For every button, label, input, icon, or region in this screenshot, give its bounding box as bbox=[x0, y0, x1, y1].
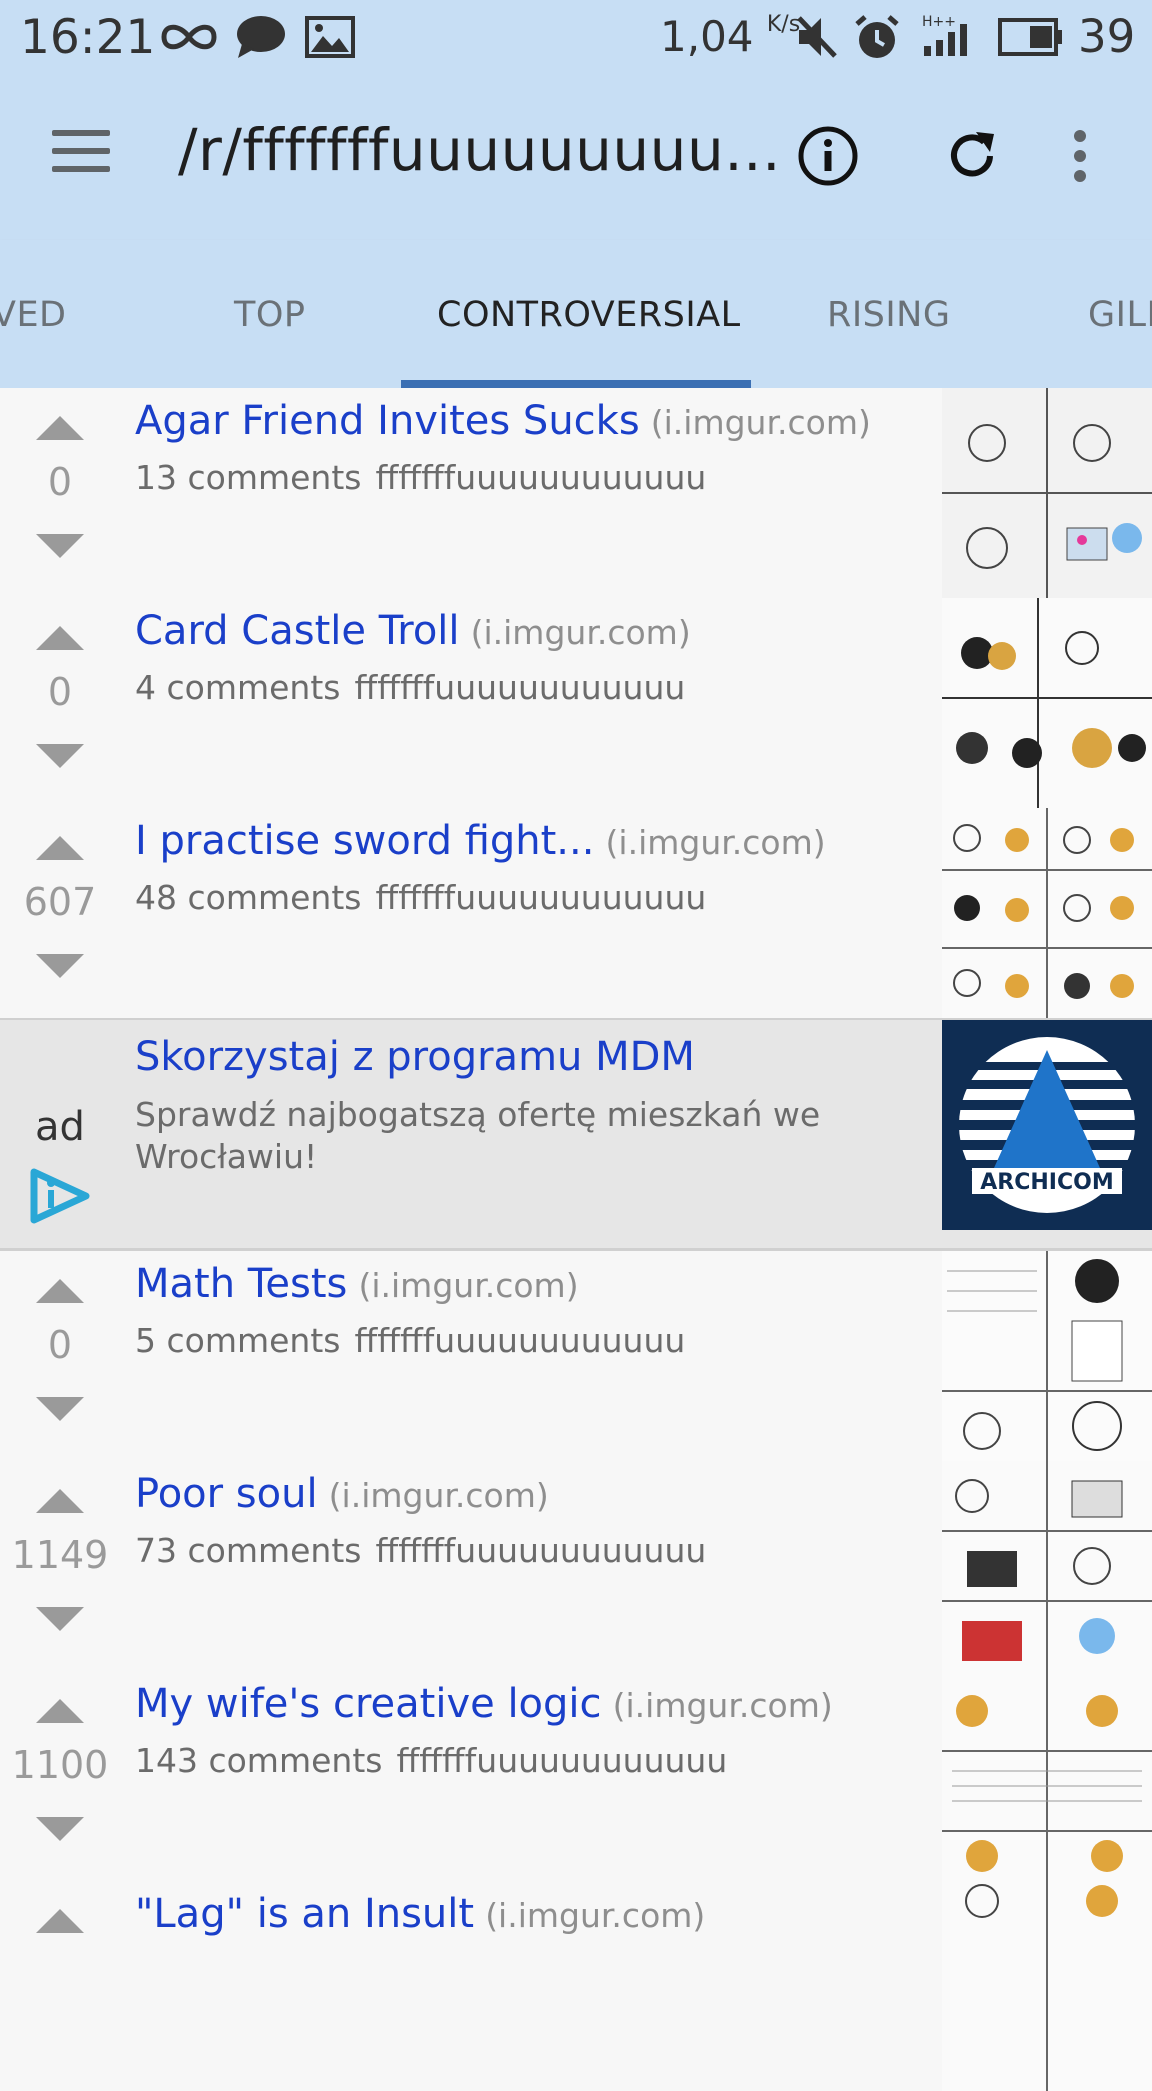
post-domain: (i.imgur.com) bbox=[470, 613, 691, 652]
image-icon bbox=[305, 16, 355, 58]
post-domain: (i.imgur.com) bbox=[612, 1686, 833, 1725]
post-subreddit: fffffffuuuuuuuuuuuu bbox=[375, 458, 707, 497]
post-item[interactable]: 0 Math Tests (i.imgur.com) 5 comments fff… bbox=[0, 1251, 1152, 1461]
more-vert-icon[interactable] bbox=[1048, 124, 1112, 188]
status-time: 16:21 bbox=[20, 10, 156, 65]
vote-column: 0 bbox=[0, 1251, 120, 1461]
vote-column: 0 bbox=[0, 598, 120, 808]
refresh-icon[interactable] bbox=[940, 124, 1004, 188]
chat-bubble-icon bbox=[237, 16, 285, 58]
infinity-icon bbox=[161, 24, 217, 50]
post-subreddit: fffffffuuuuuuuuuuuu bbox=[375, 878, 707, 917]
post-comments[interactable]: 143 comments bbox=[135, 1741, 382, 1780]
post-comments[interactable]: 13 comments bbox=[135, 458, 361, 497]
svg-text:H++: H++ bbox=[922, 14, 956, 30]
post-item[interactable]: 1100 My wife's creative logic (i.imgur.c… bbox=[0, 1671, 1152, 1881]
menu-icon[interactable] bbox=[52, 130, 112, 176]
post-subreddit: fffffffuuuuuuuuuuuu bbox=[375, 1531, 707, 1570]
post-thumbnail[interactable] bbox=[942, 1251, 1152, 1461]
vote-column: 1100 bbox=[0, 1671, 120, 1881]
status-bar: 16:21 1,04 K/s H++ 39 bbox=[0, 0, 1152, 78]
ad-title[interactable]: Skorzystaj z programu MDM bbox=[135, 1034, 695, 1080]
upvote-icon[interactable] bbox=[36, 1909, 84, 1933]
upvote-icon[interactable] bbox=[36, 1699, 84, 1723]
post-domain: (i.imgur.com) bbox=[485, 1896, 706, 1935]
downvote-icon[interactable] bbox=[36, 1607, 84, 1631]
post-subreddit: fffffffuuuuuuuuuuuu bbox=[354, 668, 686, 707]
post-score: 0 bbox=[47, 460, 73, 504]
post-list: 0 Agar Friend Invites Sucks (i.imgur.com… bbox=[0, 388, 1152, 2091]
tab-controversial[interactable]: CONTROVERSIAL bbox=[437, 295, 741, 335]
info-icon[interactable] bbox=[796, 124, 860, 188]
page-title: /r/fffffffuuuuuuuuu... bbox=[178, 116, 782, 184]
battery-level: 39 bbox=[1078, 10, 1136, 63]
vote-column: 1149 bbox=[0, 1461, 120, 1671]
signal-icon: H++ bbox=[922, 14, 967, 56]
post-score: 1100 bbox=[11, 1743, 109, 1787]
mute-icon bbox=[797, 16, 837, 58]
post-domain: (i.imgur.com) bbox=[650, 403, 871, 442]
tab-rising[interactable]: RISING bbox=[827, 295, 950, 335]
post-domain: (i.imgur.com) bbox=[605, 823, 826, 862]
post-score: 607 bbox=[23, 880, 97, 924]
vote-column: 607 bbox=[0, 808, 120, 1018]
alarm-icon bbox=[855, 15, 899, 58]
ad-image[interactable]: ARCHICOM bbox=[942, 1020, 1152, 1230]
post-thumbnail[interactable] bbox=[942, 388, 1152, 598]
network-speed: 1,04 K/s bbox=[660, 12, 801, 61]
post-item[interactable]: 607 I practise sword fight... (i.imgur.c… bbox=[0, 808, 1152, 1018]
tab-gilded[interactable]: GILD bbox=[1088, 295, 1152, 335]
ad-image-text: ARCHICOM bbox=[980, 1170, 1113, 1195]
post-thumbnail[interactable] bbox=[942, 1671, 1152, 1881]
post-title[interactable]: Poor soul bbox=[135, 1471, 318, 1517]
battery-icon bbox=[998, 18, 1062, 56]
post-comments[interactable]: 48 comments bbox=[135, 878, 361, 917]
downvote-icon[interactable] bbox=[36, 744, 84, 768]
vote-column: 0 bbox=[0, 388, 120, 598]
tab-indicator bbox=[401, 380, 751, 388]
downvote-icon[interactable] bbox=[36, 1397, 84, 1421]
post-score: 0 bbox=[47, 670, 73, 714]
ad-description: Sprawdź najbogatszą ofertę mieszkań we W… bbox=[135, 1095, 821, 1176]
post-comments[interactable]: 4 comments bbox=[135, 668, 340, 707]
downvote-icon[interactable] bbox=[36, 534, 84, 558]
post-title[interactable]: I practise sword fight... bbox=[135, 818, 594, 864]
upvote-icon[interactable] bbox=[36, 1489, 84, 1513]
post-thumbnail[interactable] bbox=[942, 1461, 1152, 1671]
upvote-icon[interactable] bbox=[36, 626, 84, 650]
post-item[interactable]: 0 Agar Friend Invites Sucks (i.imgur.com… bbox=[0, 388, 1152, 598]
post-item[interactable]: 1149 Poor soul (i.imgur.com) 73 comments… bbox=[0, 1461, 1152, 1671]
post-domain: (i.imgur.com) bbox=[358, 1266, 579, 1305]
ad-provider-icon bbox=[30, 1168, 90, 1224]
post-title[interactable]: Math Tests bbox=[135, 1261, 347, 1307]
ad-label: ad bbox=[35, 1104, 85, 1150]
post-title[interactable]: Card Castle Troll bbox=[135, 608, 460, 654]
post-comments[interactable]: 5 comments bbox=[135, 1321, 340, 1360]
post-domain: (i.imgur.com) bbox=[328, 1476, 549, 1515]
downvote-icon[interactable] bbox=[36, 954, 84, 978]
toolbar: /r/fffffffuuuuuuuuu... bbox=[0, 78, 1152, 240]
post-score: 1149 bbox=[11, 1533, 109, 1577]
vote-column bbox=[0, 1881, 120, 2091]
sort-tabs: VED TOP CONTROVERSIAL RISING GILD bbox=[0, 240, 1152, 388]
post-thumbnail[interactable] bbox=[942, 808, 1152, 1018]
post-comments[interactable]: 73 comments bbox=[135, 1531, 361, 1570]
post-score: 0 bbox=[47, 1323, 73, 1367]
tab-top[interactable]: TOP bbox=[234, 295, 306, 335]
post-item[interactable]: "Lag" is an Insult (i.imgur.com) bbox=[0, 1881, 1152, 2091]
post-title[interactable]: My wife's creative logic bbox=[135, 1681, 602, 1727]
post-item[interactable]: 0 Card Castle Troll (i.imgur.com) 4 comm… bbox=[0, 598, 1152, 808]
post-thumbnail[interactable] bbox=[942, 1881, 1152, 2091]
post-subreddit: fffffffuuuuuuuuuuuu bbox=[354, 1321, 686, 1360]
post-subreddit: fffffffuuuuuuuuuuuu bbox=[396, 1741, 728, 1780]
ad-item[interactable]: Skorzystaj z programu MDM Sprawdź najbog… bbox=[0, 1018, 1152, 1251]
post-thumbnail[interactable] bbox=[942, 598, 1152, 808]
post-title[interactable]: Agar Friend Invites Sucks bbox=[135, 398, 640, 444]
upvote-icon[interactable] bbox=[36, 416, 84, 440]
upvote-icon[interactable] bbox=[36, 1279, 84, 1303]
downvote-icon[interactable] bbox=[36, 1817, 84, 1841]
upvote-icon[interactable] bbox=[36, 836, 84, 860]
post-title[interactable]: "Lag" is an Insult bbox=[135, 1891, 474, 1937]
tab-saved[interactable]: VED bbox=[0, 295, 67, 335]
